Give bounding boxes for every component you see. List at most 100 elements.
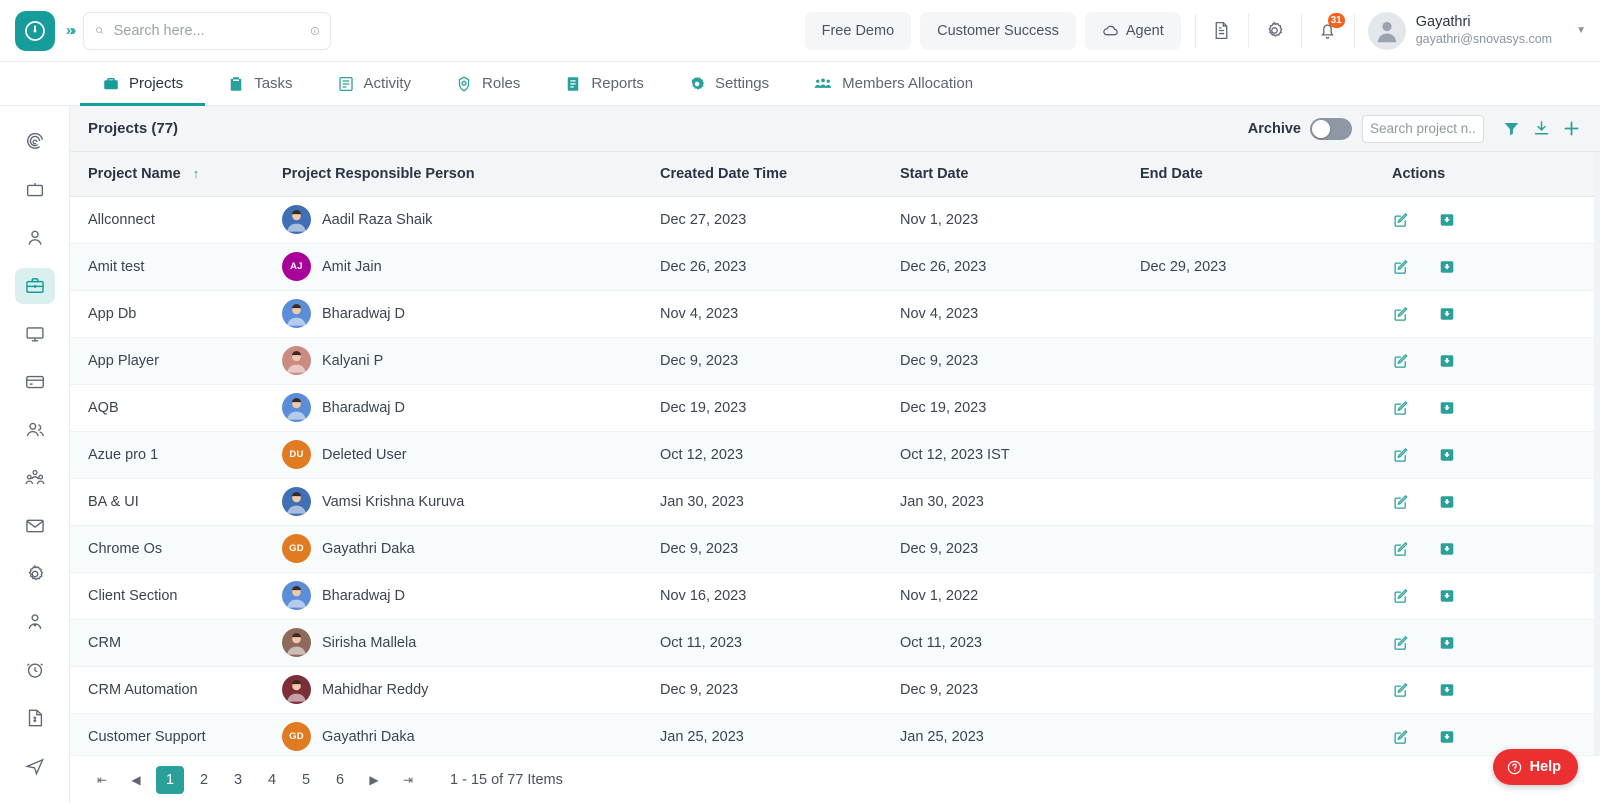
tab-roles[interactable]: Roles — [433, 62, 542, 105]
sidebar-item-target-spiral[interactable] — [15, 124, 55, 160]
download-icon[interactable] — [1526, 114, 1556, 144]
tab-reports[interactable]: Reports — [542, 62, 666, 105]
edit-pencil-icon[interactable] — [1392, 211, 1410, 229]
vertical-scrollbar[interactable] — [1594, 152, 1600, 755]
archive-box-icon[interactable] — [1438, 540, 1456, 558]
edit-pencil-icon[interactable] — [1392, 540, 1410, 558]
col-responsible-person[interactable]: Project Responsible Person — [282, 152, 660, 196]
next-page-icon[interactable]: ▶ — [360, 766, 388, 794]
prev-page-icon[interactable]: ◀ — [122, 766, 150, 794]
col-created-date[interactable]: Created Date Time — [660, 152, 900, 196]
sidebar-item-user[interactable] — [15, 220, 55, 256]
page-1-button[interactable]: 1 — [156, 766, 184, 794]
sidebar-item-timer[interactable] — [15, 652, 55, 688]
archive-box-icon[interactable] — [1438, 211, 1456, 229]
archive-box-icon[interactable] — [1438, 681, 1456, 699]
table-row[interactable]: App DbBharadwaj DNov 4, 2023Nov 4, 2023 — [70, 290, 1600, 337]
agent-button[interactable]: Agent — [1085, 12, 1181, 50]
sidebar-item-team[interactable] — [15, 460, 55, 496]
col-start-date[interactable]: Start Date — [900, 152, 1140, 196]
edit-pencil-icon[interactable] — [1392, 352, 1410, 370]
archive-box-icon[interactable] — [1438, 634, 1456, 652]
edit-pencil-icon[interactable] — [1392, 258, 1410, 276]
document-icon[interactable] — [1201, 10, 1243, 52]
tab-projects[interactable]: Projects — [80, 62, 205, 105]
page-6-button[interactable]: 6 — [326, 766, 354, 794]
page-3-button[interactable]: 3 — [224, 766, 252, 794]
table-body: AllconnectAadil Raza ShaikDec 27, 2023No… — [70, 196, 1600, 755]
tab-members-allocation[interactable]: Members Allocation — [791, 62, 995, 105]
chevron-down-icon[interactable]: ▼ — [1576, 25, 1586, 36]
projects-toolbar: Projects (77) Archive — [70, 106, 1600, 152]
sidebar-item-settings[interactable] — [15, 556, 55, 592]
table-row[interactable]: App PlayerKalyani PDec 9, 2023Dec 9, 202… — [70, 337, 1600, 384]
sidebar-item-monitor[interactable] — [15, 316, 55, 352]
table-row[interactable]: Azue pro 1DUDeleted UserOct 12, 2023Oct … — [70, 431, 1600, 478]
free-demo-button[interactable]: Free Demo — [805, 12, 912, 50]
archive-box-icon[interactable] — [1438, 399, 1456, 417]
app-logo[interactable] — [15, 11, 55, 51]
archive-box-icon[interactable] — [1438, 305, 1456, 323]
free-demo-label: Free Demo — [822, 23, 895, 39]
edit-pencil-icon[interactable] — [1392, 634, 1410, 652]
table-row[interactable]: Client SectionBharadwaj DNov 16, 2023Nov… — [70, 572, 1600, 619]
table-row[interactable]: AllconnectAadil Raza ShaikDec 27, 2023No… — [70, 196, 1600, 243]
edit-pencil-icon[interactable] — [1392, 399, 1410, 417]
col-project-name[interactable]: Project Name ↑ — [70, 152, 282, 196]
sidebar-item-board[interactable] — [15, 172, 55, 208]
customer-success-button[interactable]: Customer Success — [920, 12, 1076, 50]
edit-pencil-icon[interactable] — [1392, 681, 1410, 699]
gear-icon[interactable] — [1254, 10, 1296, 52]
edit-pencil-icon[interactable] — [1392, 305, 1410, 323]
archive-box-icon[interactable] — [1438, 258, 1456, 276]
sidebar-item-projects[interactable] — [15, 268, 55, 304]
edit-pencil-icon[interactable] — [1392, 728, 1410, 746]
first-page-icon[interactable]: ⇤ — [88, 766, 116, 794]
last-page-icon[interactable]: ⇥ — [394, 766, 422, 794]
help-button[interactable]: Help — [1493, 749, 1578, 785]
edit-pencil-icon[interactable] — [1392, 446, 1410, 464]
project-search-input[interactable] — [1362, 115, 1484, 143]
page-2-button[interactable]: 2 — [190, 766, 218, 794]
archive-box-icon[interactable] — [1438, 493, 1456, 511]
bell-icon[interactable]: 31 — [1307, 10, 1349, 52]
cell-project-name: BA & UI — [70, 478, 282, 525]
page-5-button[interactable]: 5 — [292, 766, 320, 794]
col-end-date[interactable]: End Date — [1140, 152, 1392, 196]
archive-box-icon[interactable] — [1438, 352, 1456, 370]
search-input[interactable] — [114, 23, 301, 39]
table-row[interactable]: Customer SupportGDGayathri DakaJan 25, 2… — [70, 713, 1600, 755]
sidebar-item-send[interactable] — [15, 748, 55, 784]
archive-toggle[interactable] — [1310, 118, 1352, 140]
projects-table-scroll[interactable]: Project Name ↑ Project Responsible Perso… — [70, 152, 1600, 755]
table-row[interactable]: AQBBharadwaj DDec 19, 2023Dec 19, 2023 — [70, 384, 1600, 431]
cell-responsible-person: AJAmit Jain — [282, 243, 660, 290]
edit-pencil-icon[interactable] — [1392, 493, 1410, 511]
chevron-double-right-icon[interactable]: »› — [66, 22, 73, 39]
users-icon — [24, 419, 46, 441]
tab-settings[interactable]: Settings — [666, 62, 791, 105]
sidebar-item-invoice[interactable] — [15, 700, 55, 736]
page-4-button[interactable]: 4 — [258, 766, 286, 794]
tab-tasks[interactable]: Tasks — [205, 62, 314, 105]
profile-menu[interactable]: Gayathri gayathri@snovasys.com ▼ — [1368, 12, 1586, 50]
info-circle-icon[interactable] — [310, 22, 320, 40]
table-row[interactable]: CRM AutomationMahidhar ReddyDec 9, 2023D… — [70, 666, 1600, 713]
global-search[interactable] — [83, 12, 331, 50]
cell-end-date — [1140, 431, 1392, 478]
table-row[interactable]: Chrome OsGDGayathri DakaDec 9, 2023Dec 9… — [70, 525, 1600, 572]
sidebar-item-mail[interactable] — [15, 508, 55, 544]
table-row[interactable]: Amit testAJAmit JainDec 26, 2023Dec 26, … — [70, 243, 1600, 290]
archive-box-icon[interactable] — [1438, 728, 1456, 746]
table-row[interactable]: BA & UIVamsi Krishna KuruvaJan 30, 2023J… — [70, 478, 1600, 525]
archive-box-icon[interactable] — [1438, 446, 1456, 464]
table-row[interactable]: CRMSirisha MallelaOct 11, 2023Oct 11, 20… — [70, 619, 1600, 666]
archive-box-icon[interactable] — [1438, 587, 1456, 605]
sidebar-item-users[interactable] — [15, 412, 55, 448]
funnel-filter-icon[interactable] — [1496, 114, 1526, 144]
sidebar-item-billing[interactable] — [15, 364, 55, 400]
edit-pencil-icon[interactable] — [1392, 587, 1410, 605]
sidebar-item-employee[interactable] — [15, 604, 55, 640]
plus-icon[interactable] — [1556, 114, 1586, 144]
tab-activity[interactable]: Activity — [315, 62, 434, 105]
